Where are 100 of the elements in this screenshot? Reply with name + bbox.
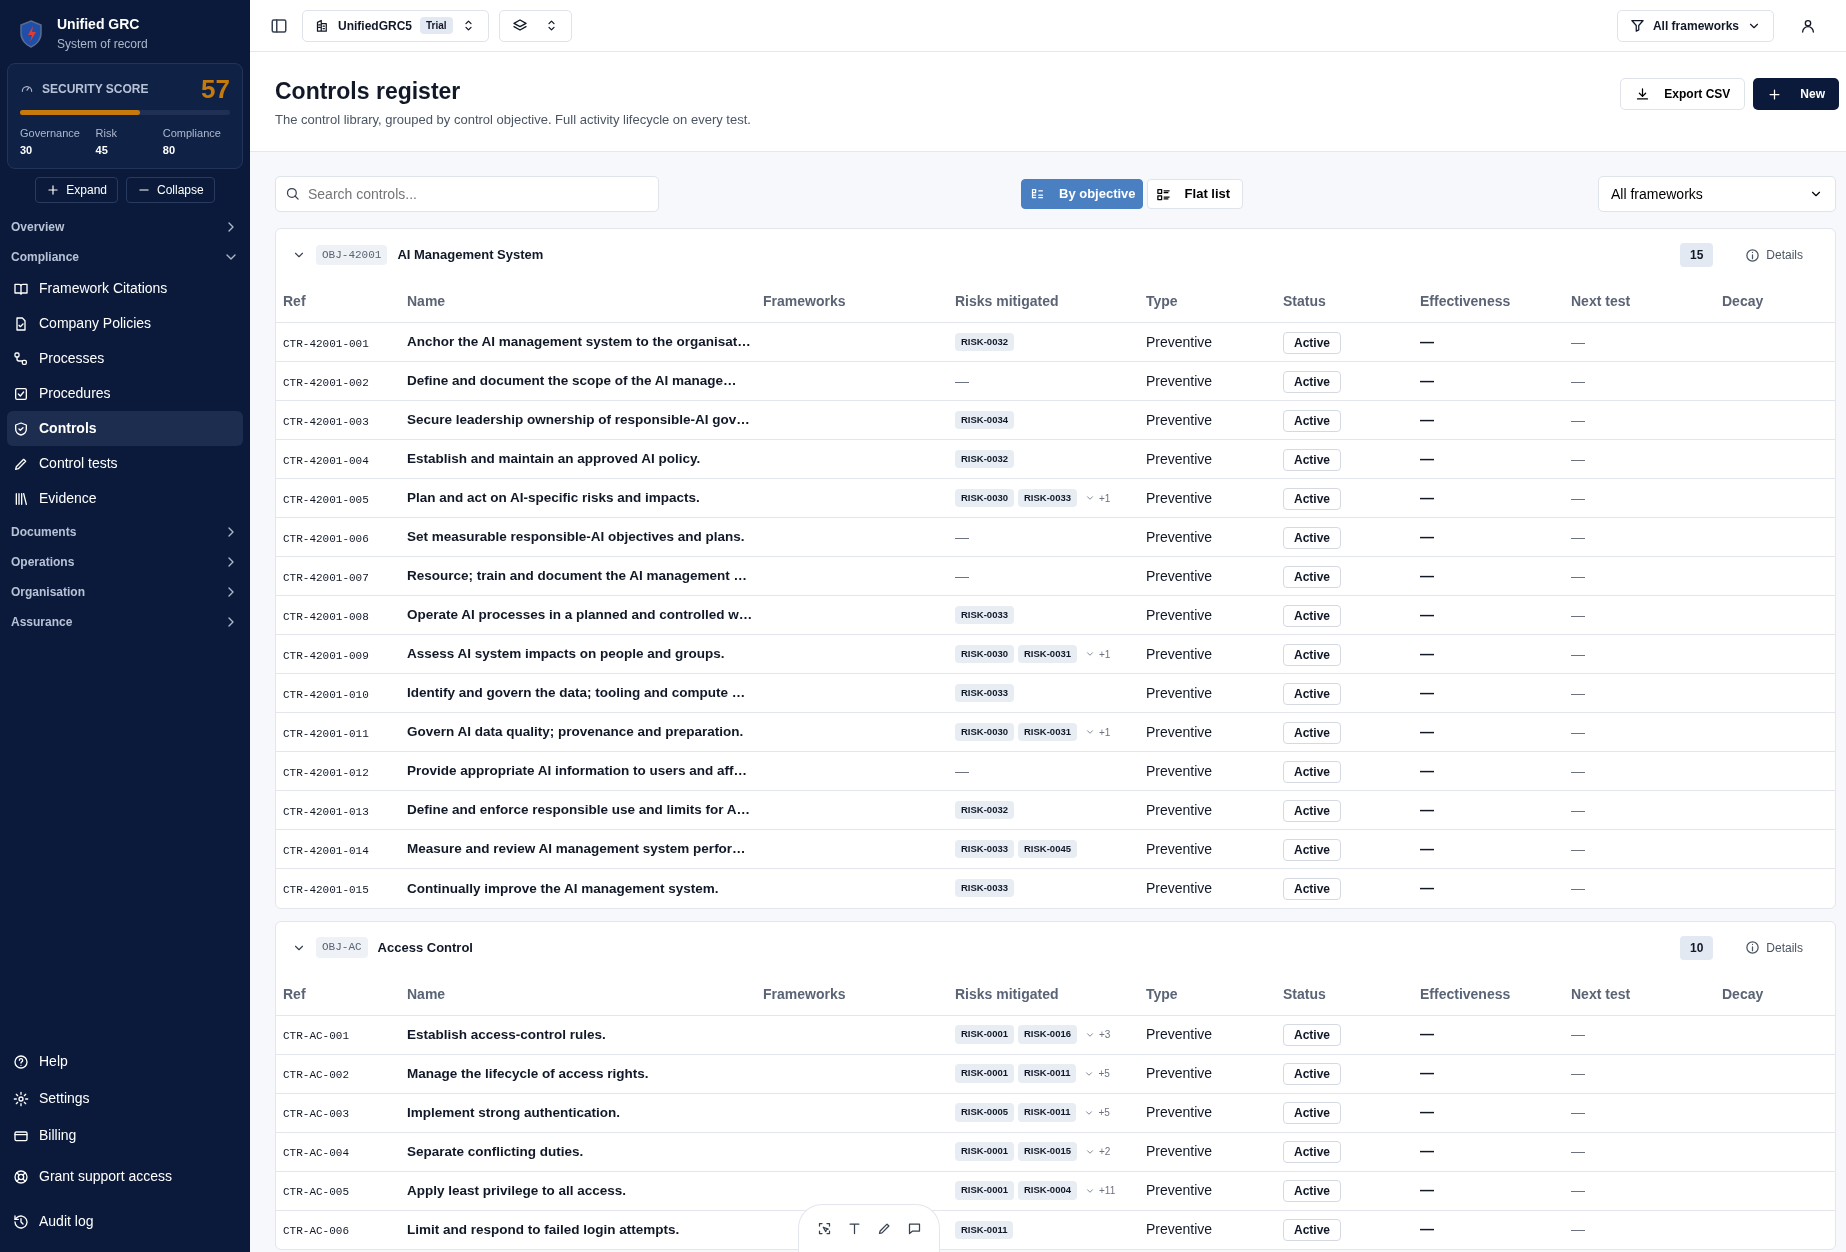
trial-badge: Trial	[420, 17, 453, 34]
control-type: Preventive	[1146, 1104, 1213, 1121]
nav-item[interactable]: Help	[7, 1043, 243, 1080]
collapse-button[interactable]: Collapse	[126, 177, 215, 203]
control-name[interactable]: Limit and respond to failed login attempts.	[407, 1222, 680, 1238]
status-badge: Active	[1283, 487, 1342, 510]
effectiveness-value: —	[1420, 1221, 1434, 1238]
search-field[interactable]: Search controls...	[275, 176, 659, 213]
status-badge: Active	[1283, 448, 1342, 471]
workspace-selector[interactable]: UnifiedGRC5 Trial	[302, 9, 489, 42]
export-button[interactable]: Export CSV	[1620, 78, 1746, 110]
nav-section[interactable]: Operations	[7, 548, 243, 576]
nav-item[interactable]: Processes	[7, 341, 243, 376]
control-ref: CTR-AC-006	[283, 1225, 349, 1238]
column-header: Ref	[276, 281, 399, 323]
shield-icon	[13, 420, 29, 437]
control-name[interactable]: Anchor the AI management system to the organisat…	[407, 334, 751, 350]
column-header: Type	[1138, 973, 1275, 1016]
control-ref: CTR-42001-005	[283, 493, 369, 506]
risk-tag: RISK-0033	[955, 839, 1014, 859]
more-count[interactable]: +1	[1099, 724, 1111, 740]
nav-item[interactable]: Billing	[7, 1117, 243, 1154]
status-badge: Active	[1283, 1180, 1342, 1203]
column-header: Decay	[1714, 973, 1835, 1016]
control-name[interactable]: Apply least privilege to all access.	[407, 1182, 627, 1198]
more-count[interactable]: +11	[1099, 1183, 1116, 1199]
control-type: Preventive	[1146, 528, 1213, 545]
expand-button[interactable]: Expand	[35, 177, 118, 203]
nav-section[interactable]: Compliance	[7, 243, 243, 271]
view-toggle[interactable]: By objective	[1021, 179, 1143, 210]
risk-tag: RISK-0031	[1018, 722, 1077, 742]
control-name[interactable]: Separate conflicting duties.	[407, 1143, 584, 1159]
effectiveness-value: —	[1420, 1104, 1434, 1121]
comment-tool-button[interactable]	[906, 1221, 922, 1236]
control-name[interactable]: Set measurable responsible-AI objectives and plans.	[407, 529, 745, 545]
app-subtitle: System of record	[57, 36, 148, 53]
score-part-value: 80	[162, 142, 177, 158]
control-name[interactable]: Plan and act on AI-specific risks and impacts.	[407, 490, 700, 506]
more-count[interactable]: +1	[1099, 490, 1111, 506]
framework-filter-button[interactable]: All frameworks	[1616, 9, 1774, 42]
more-count[interactable]: +1	[1099, 646, 1111, 662]
control-type: Preventive	[1146, 567, 1213, 584]
control-ref: CTR-42001-004	[283, 454, 369, 467]
framework-select[interactable]: All frameworks	[1598, 176, 1836, 213]
control-name[interactable]: Secure leadership ownership of responsible-AI gov…	[407, 412, 750, 428]
control-ref: CTR-42001-014	[283, 844, 369, 857]
status-badge: Active	[1283, 526, 1342, 549]
view-toggle[interactable]: Flat list	[1146, 179, 1244, 210]
layer-selector[interactable]	[498, 9, 572, 42]
control-name[interactable]: Implement strong authentication.	[407, 1104, 620, 1120]
control-name[interactable]: Provide appropriate AI information to users and aff…	[407, 763, 748, 779]
control-ref: CTR-42001-001	[283, 337, 369, 350]
control-name[interactable]: Resource; train and document the AI management …	[407, 568, 748, 584]
nav-section[interactable]: Overview	[7, 213, 243, 241]
more-count[interactable]: +5	[1098, 1105, 1110, 1121]
more-count[interactable]: +5	[1098, 1066, 1110, 1082]
score-value: 57	[201, 76, 230, 102]
nav-item[interactable]: Settings	[7, 1080, 243, 1117]
next-test-value: —	[1571, 645, 1585, 662]
control-name[interactable]: Define and enforce responsible use and limits for A…	[407, 802, 751, 818]
nav-item[interactable]: Audit log	[7, 1199, 243, 1244]
control-ref: CTR-42001-007	[283, 571, 369, 584]
nav-item[interactable]: Framework Citations	[7, 271, 243, 306]
effectiveness-value: —	[1420, 1065, 1434, 1082]
more-count[interactable]: +2	[1099, 1144, 1111, 1160]
control-name[interactable]: Continually improve the AI management system.	[407, 880, 719, 896]
nav-section[interactable]: Documents	[7, 518, 243, 546]
control-name[interactable]: Establish and maintain an approved AI policy.	[407, 451, 701, 467]
column-header: Type	[1138, 281, 1275, 323]
nav-item[interactable]: Evidence	[7, 481, 243, 516]
control-name[interactable]: Measure and review AI management system perfor…	[407, 841, 746, 857]
control-name[interactable]: Establish access-control rules.	[407, 1026, 606, 1042]
risk-tag: RISK-0032	[955, 449, 1014, 469]
details-button[interactable]: Details	[1739, 245, 1809, 266]
control-name[interactable]: Govern AI data quality; provenance and preparation.	[407, 724, 744, 740]
control-name[interactable]: Assess AI system impacts on people and groups.	[407, 646, 725, 662]
control-name[interactable]: Define and document the scope of the AI manage…	[407, 373, 737, 389]
status-badge: Active	[1283, 643, 1342, 666]
nav-item[interactable]: Company Policies	[7, 306, 243, 341]
pencil-tool-button[interactable]	[876, 1221, 892, 1236]
nav-section[interactable]: Organisation	[7, 578, 243, 606]
control-ref: CTR-42001-015	[283, 883, 369, 896]
books-icon	[13, 490, 29, 507]
control-name[interactable]: Operate AI processes in a planned and controlled w…	[407, 607, 753, 623]
nav-section[interactable]: Assurance	[7, 608, 243, 636]
control-name[interactable]: Manage the lifecycle of access rights.	[407, 1065, 649, 1081]
control-ref: CTR-42001-009	[283, 649, 369, 662]
new-button[interactable]: New	[1753, 78, 1839, 110]
control-ref: CTR-42001-003	[283, 415, 369, 428]
details-button[interactable]: Details	[1739, 937, 1809, 958]
next-test-value: —	[1571, 1026, 1585, 1043]
count-badge: 10	[1679, 935, 1714, 960]
nav-item[interactable]: Control tests	[7, 446, 243, 481]
control-name[interactable]: Identify and govern the data; tooling and compute …	[407, 685, 746, 701]
select-tool-button[interactable]	[816, 1221, 832, 1236]
nav-item[interactable]: Procedures	[7, 376, 243, 411]
nav-item[interactable]: Grant support access	[7, 1154, 243, 1199]
control-ref: CTR-AC-003	[283, 1108, 349, 1121]
more-count[interactable]: +3	[1099, 1027, 1111, 1043]
nav-item[interactable]: Controls	[7, 411, 243, 446]
